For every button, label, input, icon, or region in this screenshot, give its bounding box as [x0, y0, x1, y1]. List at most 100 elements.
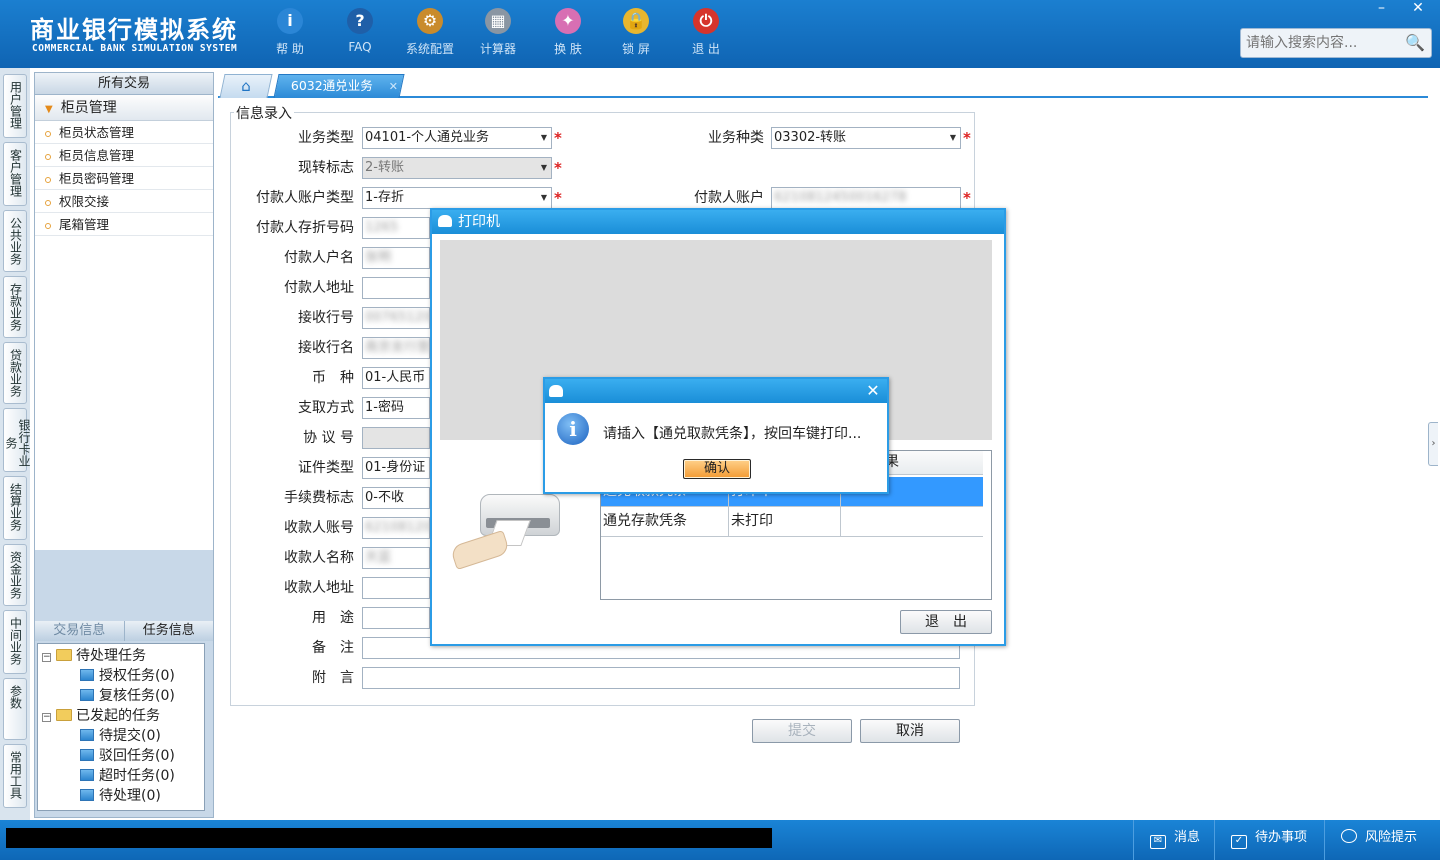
module-tab[interactable]: 中间业务 [3, 610, 27, 674]
field-label-withdraw-method: 支取方式 [298, 400, 354, 416]
module-tab[interactable]: 银行卡业务 [3, 408, 31, 472]
toolbar-config-button[interactable]: ⚙ 系统配置 [400, 8, 460, 57]
nav-header[interactable]: 所有交易 [35, 73, 213, 95]
field-id-type-input[interactable]: 01-身份证 [362, 457, 430, 479]
module-tab[interactable]: 公共业务 [3, 210, 27, 272]
tab-transaction-info[interactable]: 交易信息 [35, 621, 124, 641]
field-label-payer-passbook-no: 付款人存折号码 [256, 220, 354, 236]
tree-item[interactable]: 超时任务(0) [80, 766, 175, 786]
bullet-icon [45, 200, 51, 206]
nav-item[interactable]: 权限交接 [35, 190, 213, 213]
required-marker: * [963, 129, 971, 147]
window-controls: – ✕ [1366, 0, 1434, 18]
module-tab[interactable]: 常用工具 [3, 744, 27, 808]
field-receiving-bank-no-input[interactable]: 007651200 [362, 307, 430, 329]
submit-button[interactable]: 提交 [752, 719, 852, 743]
field-postscript-input[interactable] [362, 667, 960, 689]
exit-button[interactable]: 退 出 [900, 610, 992, 634]
field-fee-flag-input[interactable]: 0-不收 [362, 487, 430, 509]
insert-paper-illustration [449, 486, 570, 576]
folder-icon [56, 649, 72, 661]
field-purpose-input[interactable] [362, 607, 430, 629]
tab-home[interactable]: ⌂ [219, 74, 273, 98]
tree-item[interactable]: 授权任务(0) [80, 666, 175, 686]
module-tab[interactable]: 用户管理 [3, 74, 27, 138]
toolbar-help-button[interactable]: i 帮 助 [260, 8, 320, 57]
collapse-toggle-icon[interactable]: − [42, 653, 51, 662]
field-payer-name-input[interactable]: 张明 [362, 247, 430, 269]
tree-item[interactable]: 复核任务(0) [80, 686, 175, 706]
field-payer-address-input[interactable] [362, 277, 430, 299]
tab-6032[interactable]: 6032通兑业务 ✕ [273, 74, 405, 98]
tab-task-info[interactable]: 任务信息 [123, 621, 214, 641]
field-agreement-no-input[interactable] [362, 427, 430, 449]
field-cash-flag-select[interactable]: 2-转账 ▼ [362, 157, 552, 179]
close-icon[interactable]: ✕ [863, 379, 883, 403]
task-tree: − 待处理任务 授权任务(0) 复核任务(0) − 已发起的任务 待提交(0) 驳回… [37, 643, 205, 811]
field-receiving-bank-name-input[interactable]: 南京支行营业 [362, 337, 430, 359]
tree-node-initiated[interactable]: − 已发起的任务 [42, 706, 160, 726]
module-tab[interactable]: 资金业务 [3, 544, 27, 606]
toolbar-faq-button[interactable]: ? FAQ [330, 8, 390, 54]
todo-button[interactable]: ✓ 待办事项 [1214, 820, 1322, 860]
bullet-icon [45, 223, 51, 229]
field-label-payee-account: 收款人账号 [284, 520, 354, 536]
module-tab[interactable]: 客户管理 [3, 142, 27, 206]
toolbar-lock-button[interactable]: 🔒 锁 屏 [606, 8, 666, 57]
dropdown-arrow-icon[interactable]: ▼ [541, 188, 547, 208]
risk-alert-button[interactable]: 风险提示 [1324, 820, 1436, 860]
search-icon[interactable]: 🔍 [1405, 33, 1425, 52]
confirm-button[interactable]: 确认 [683, 459, 751, 479]
checkbox-icon: ✓ [1231, 835, 1247, 849]
app-title: 商业银行模拟系统 [30, 16, 238, 44]
cancel-button[interactable]: 取消 [860, 719, 960, 743]
chat-bubble-icon [1341, 829, 1357, 843]
nav-item[interactable]: 柜员信息管理 [35, 144, 213, 167]
info-icon: i [557, 413, 589, 445]
nav-item[interactable]: 柜员状态管理 [35, 121, 213, 144]
collapse-toggle-icon[interactable]: − [42, 713, 51, 722]
nav-group-teller-management[interactable]: ▼ 柜员管理 [35, 95, 213, 121]
field-withdraw-method-input[interactable]: 1-密码 [362, 397, 430, 419]
mail-icon: ✉ [1150, 835, 1166, 849]
field-payer-account-input[interactable]: 6210812450016278 [771, 187, 961, 209]
dropdown-arrow-icon[interactable]: ▼ [541, 158, 547, 178]
printer-icon [438, 215, 452, 227]
tree-item[interactable]: 待处理(0) [80, 786, 161, 806]
module-tab[interactable]: 贷款业务 [3, 342, 27, 404]
field-payee-account-input[interactable]: 6210812016 [362, 517, 430, 539]
tree-node-pending[interactable]: − 待处理任务 [42, 646, 146, 666]
field-label-cash-flag: 现转标志 [298, 160, 354, 176]
dropdown-arrow-icon[interactable]: ▼ [541, 128, 547, 148]
tab-label: 6032通兑业务 [290, 78, 373, 93]
module-tab[interactable]: 结算业务 [3, 476, 27, 540]
expand-panel-icon[interactable]: › [1428, 422, 1438, 466]
required-marker: * [554, 189, 562, 207]
field-currency-input[interactable]: 01-人民币 [362, 367, 430, 389]
dropdown-arrow-icon[interactable]: ▼ [950, 128, 956, 148]
search-input[interactable] [1241, 29, 1401, 57]
table-row[interactable]: 通兑存款凭条 未打印 [601, 507, 983, 537]
tab-close-icon[interactable]: ✕ [389, 80, 398, 93]
toolbar-skin-button[interactable]: ✦ 换 肤 [538, 8, 598, 57]
field-payee-name-input[interactable]: 天蓝 [362, 547, 430, 569]
field-payee-address-input[interactable] [362, 577, 430, 599]
close-window-button[interactable]: ✕ [1402, 0, 1434, 18]
toolbar-calculator-button[interactable]: ▦ 计算器 [468, 8, 528, 57]
minimize-button[interactable]: – [1366, 0, 1398, 18]
tree-item[interactable]: 待提交(0) [80, 726, 161, 746]
toolbar-power-button[interactable]: ⏻ 退 出 [676, 8, 736, 57]
nav-item[interactable]: 尾箱管理 [35, 213, 213, 236]
nav-group-label: 柜员管理 [60, 100, 117, 116]
field-business-type-select[interactable]: 04101-个人通兑业务 ▼ [362, 127, 552, 149]
messages-button[interactable]: ✉ 消息 [1133, 820, 1213, 860]
nav-item[interactable]: 柜员密码管理 [35, 167, 213, 190]
printer-dialog-title: 打印机 [432, 210, 1004, 234]
field-payer-passbook-no-input[interactable]: 1265 [362, 217, 430, 239]
field-label-currency: 币 种 [312, 370, 354, 386]
field-payer-account-type-select[interactable]: 1-存折 ▼ [362, 187, 552, 209]
module-tab[interactable]: 存款业务 [3, 276, 27, 338]
tree-item[interactable]: 驳回任务(0) [80, 746, 175, 766]
module-tab[interactable]: 参数 [3, 678, 27, 740]
field-business-kind-select[interactable]: 03302-转账 ▼ [771, 127, 961, 149]
